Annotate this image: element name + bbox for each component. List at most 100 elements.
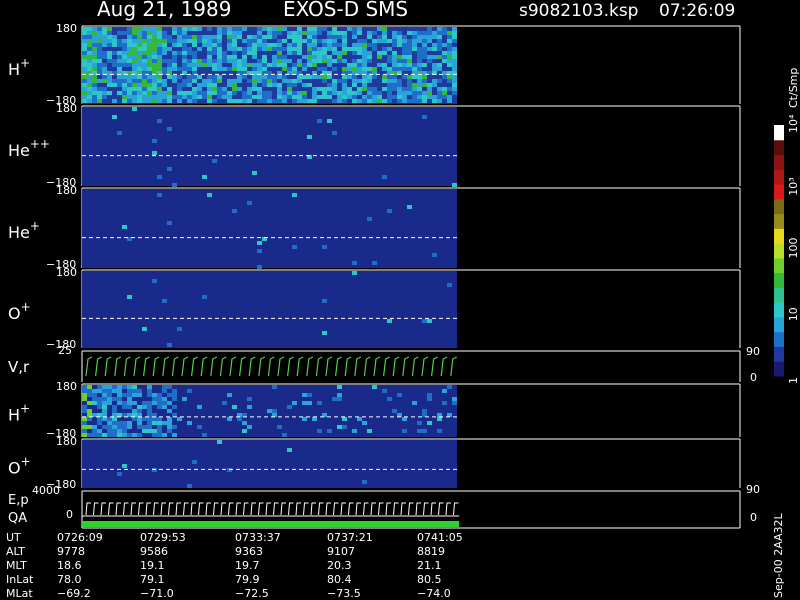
- heatmap-cell: [207, 59, 212, 63]
- heatmap-cell: [427, 59, 432, 63]
- heatmap-cell: [232, 55, 237, 59]
- heatmap-cell: [87, 95, 92, 99]
- heatmap-cell: [167, 221, 172, 225]
- heatmap-cell: [117, 75, 122, 79]
- heatmap-cell: [407, 83, 412, 87]
- heatmap-cell: [197, 59, 202, 63]
- heatmap-cell: [337, 425, 342, 429]
- heatmap-cell: [112, 79, 117, 83]
- heatmap-cell: [282, 51, 287, 55]
- heatmap-cell: [272, 63, 277, 67]
- heatmap-cell: [232, 47, 237, 51]
- heatmap-cell: [212, 39, 217, 43]
- heatmap-cell: [112, 59, 117, 63]
- heatmap-cell: [212, 79, 217, 83]
- heatmap-cell: [367, 59, 372, 63]
- heatmap-cell: [362, 75, 367, 79]
- heatmap-cell: [412, 27, 417, 31]
- heatmap-cell: [277, 75, 282, 79]
- colorbar-swatch: [774, 228, 784, 244]
- heatmap-cell: [192, 63, 197, 67]
- heatmap-cell: [242, 87, 247, 91]
- heatmap-cell: [437, 27, 442, 31]
- heatmap-cell: [352, 261, 357, 265]
- heatmap-cell: [82, 67, 87, 71]
- heatmap-cell: [97, 67, 102, 71]
- heatmap-cell: [362, 39, 367, 43]
- heatmap-cell: [302, 27, 307, 31]
- heatmap-cell: [257, 51, 262, 55]
- heatmap-cell: [272, 95, 277, 99]
- heatmap-cell: [377, 35, 382, 39]
- heatmap-cell: [322, 63, 327, 67]
- heatmap-cell: [207, 95, 212, 99]
- heatmap-cell: [452, 31, 457, 35]
- panel-label: E,p: [8, 493, 29, 508]
- heatmap-cell: [362, 67, 367, 71]
- heatmap-cell: [252, 43, 257, 47]
- heatmap-cell: [152, 433, 157, 437]
- heatmap-cell: [322, 55, 327, 59]
- heatmap-cell: [132, 393, 137, 397]
- heatmap-cell: [227, 31, 232, 35]
- heatmap-cell: [312, 43, 317, 47]
- heatmap-cell: [307, 95, 312, 99]
- heatmap-cell: [357, 35, 362, 39]
- heatmap-cell: [342, 75, 347, 79]
- heatmap-cell: [237, 95, 242, 99]
- heatmap-cell: [327, 429, 332, 433]
- heatmap-cell: [412, 35, 417, 39]
- heatmap-cell: [232, 43, 237, 47]
- heatmap-cell: [147, 417, 152, 421]
- heatmap-cell: [377, 87, 382, 91]
- heatmap-cell: [157, 99, 162, 103]
- heatmap-cell: [157, 75, 162, 79]
- heatmap-cell: [182, 87, 187, 91]
- heatmap-cell: [252, 91, 257, 95]
- heatmap-cell: [402, 67, 407, 71]
- heatmap-cell: [417, 91, 422, 95]
- heatmap-cell: [447, 283, 452, 287]
- heatmap-cell: [152, 55, 157, 59]
- heatmap-cell: [92, 393, 97, 397]
- heatmap-cell: [362, 31, 367, 35]
- heatmap-cell: [107, 401, 112, 405]
- heatmap-cell: [202, 43, 207, 47]
- heatmap-cell: [237, 55, 242, 59]
- heatmap-cell: [167, 417, 172, 421]
- heatmap-cell: [102, 409, 107, 413]
- heatmap-cell: [262, 35, 267, 39]
- panel-stack: 180−180H+180−180He++180−180He+180−180O+V…: [8, 22, 760, 529]
- heatmap-cell: [167, 27, 172, 31]
- heatmap-cell: [242, 67, 247, 71]
- heatmap-cell: [147, 429, 152, 433]
- heatmap-cell: [272, 385, 277, 389]
- heatmap-cell: [422, 35, 427, 39]
- heatmap-cell: [332, 39, 337, 43]
- heatmap-cell: [157, 51, 162, 55]
- heatmap-cell: [102, 393, 107, 397]
- heatmap-cell: [332, 59, 337, 63]
- heatmap-cell: [212, 31, 217, 35]
- heatmap-cell: [367, 27, 372, 31]
- heatmap-cell: [232, 75, 237, 79]
- heatmap-cell: [402, 79, 407, 83]
- heatmap-cell: [102, 79, 107, 83]
- heatmap-cell: [232, 59, 237, 63]
- heatmap-cell: [362, 27, 367, 31]
- heatmap-cell: [447, 99, 452, 103]
- colorbar-swatch: [774, 243, 784, 259]
- heatmap-cell: [277, 99, 282, 103]
- heatmap-cell: [112, 63, 117, 67]
- heatmap-cell: [392, 31, 397, 35]
- heatmap-cell: [322, 83, 327, 87]
- heatmap-cell: [282, 67, 287, 71]
- heatmap-cell: [247, 39, 252, 43]
- heatmap-cell: [302, 75, 307, 79]
- heatmap-cell: [117, 83, 122, 87]
- heatmap-cell: [132, 51, 137, 55]
- heatmap-cell: [92, 43, 97, 47]
- heatmap-cell: [322, 299, 327, 303]
- heatmap-cell: [267, 67, 272, 71]
- heatmap-cell: [152, 79, 157, 83]
